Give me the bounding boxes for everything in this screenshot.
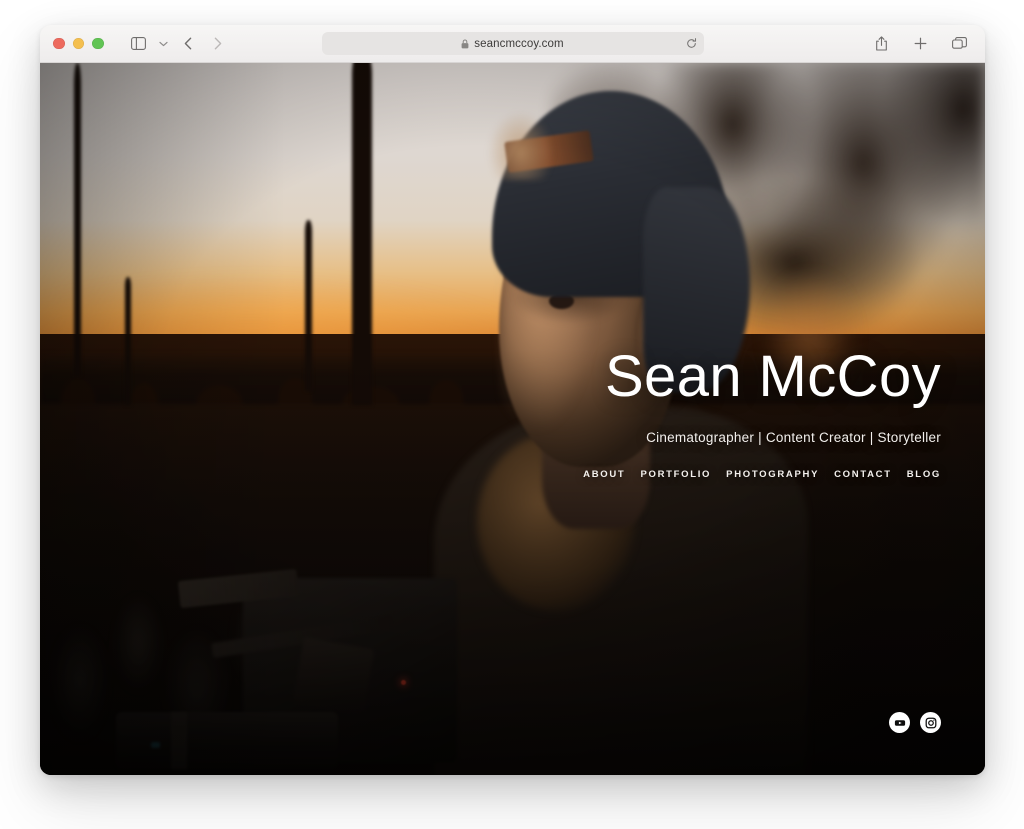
back-icon[interactable]	[175, 32, 201, 56]
hero-tagline: Cinematographer | Content Creator | Stor…	[646, 430, 941, 445]
window-controls	[53, 37, 104, 50]
nav-item-about[interactable]: ABOUT	[583, 469, 625, 480]
browser-toolbar: seancmccoy.com	[40, 25, 985, 63]
nav-item-portfolio[interactable]: PORTFOLIO	[640, 469, 711, 480]
tab-overview-icon[interactable]	[946, 32, 972, 56]
instagram-icon[interactable]	[920, 712, 941, 733]
navigation-controls	[126, 32, 231, 56]
site-navigation: ABOUT PORTFOLIO PHOTOGRAPHY CONTACT BLOG	[583, 469, 941, 480]
new-tab-icon[interactable]	[907, 32, 933, 56]
social-links	[889, 712, 941, 733]
toolbar-right-actions	[868, 25, 972, 62]
share-icon[interactable]	[868, 32, 894, 56]
close-window-button[interactable]	[53, 37, 65, 50]
url-text: seancmccoy.com	[474, 37, 564, 50]
lock-icon	[461, 39, 469, 49]
page-title: Sean McCoy	[604, 344, 941, 409]
page-viewport: Sean McCoy Cinematographer | Content Cre…	[40, 63, 985, 775]
chevron-down-icon[interactable]	[156, 32, 171, 56]
reload-icon[interactable]	[686, 38, 697, 49]
maximize-window-button[interactable]	[92, 37, 104, 50]
minimize-window-button[interactable]	[72, 37, 84, 50]
youtube-icon[interactable]	[889, 712, 910, 733]
nav-item-photography[interactable]: PHOTOGRAPHY	[726, 469, 819, 480]
sidebar-icon[interactable]	[126, 32, 152, 56]
nav-item-contact[interactable]: CONTACT	[834, 469, 892, 480]
hero-content: Sean McCoy Cinematographer | Content Cre…	[583, 344, 941, 481]
browser-window: seancmccoy.com Sean McCoy Cinematographe…	[40, 25, 985, 775]
forward-icon[interactable]	[205, 32, 231, 56]
nav-item-blog[interactable]: BLOG	[907, 469, 941, 480]
address-bar[interactable]: seancmccoy.com	[321, 32, 704, 55]
